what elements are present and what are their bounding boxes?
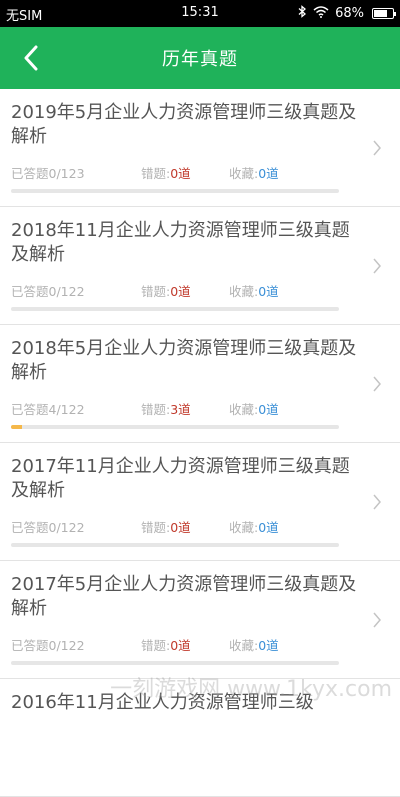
progress-bar <box>11 425 339 429</box>
list-item[interactable]: 2017年5月企业人力资源管理师三级真题及解析 已答题0/122 错题:0道 收… <box>0 561 400 679</box>
chevron-right-icon <box>372 257 382 275</box>
wrong-count: 错题:0道 <box>141 163 191 182</box>
battery-icon <box>372 8 394 19</box>
item-title: 2018年5月企业人力资源管理师三级真题及解析 <box>11 337 361 385</box>
progress-bar <box>11 189 339 193</box>
wrong-count: 错题:0道 <box>141 635 191 654</box>
bluetooth-icon <box>298 5 307 22</box>
status-bar: 无SIM 15:31 68% <box>0 0 400 27</box>
chevron-right-icon <box>372 611 382 629</box>
favorite-count: 收藏:0道 <box>229 281 279 300</box>
item-title: 2017年5月企业人力资源管理师三级真题及解析 <box>11 573 361 621</box>
favorite-count: 收藏:0道 <box>229 635 279 654</box>
answered-count: 已答题0/123 <box>11 163 85 182</box>
progress-bar <box>11 307 339 311</box>
progress-bar <box>11 543 339 547</box>
favorite-count: 收藏:0道 <box>229 399 279 418</box>
chevron-right-icon <box>372 139 382 157</box>
wrong-count: 错题:0道 <box>141 281 191 300</box>
answered-count: 已答题0/122 <box>11 517 85 536</box>
item-title: 2018年11月企业人力资源管理师三级真题及解析 <box>11 219 361 267</box>
list-item[interactable]: 2017年11月企业人力资源管理师三级真题及解析 已答题0/122 错题:0道 … <box>0 443 400 561</box>
list-item[interactable]: 2019年5月企业人力资源管理师三级真题及解析 已答题0/123 错题:0道 收… <box>0 89 400 207</box>
battery-percent: 68% <box>335 6 364 21</box>
wrong-count: 错题:3道 <box>141 399 191 418</box>
back-button[interactable] <box>14 41 48 75</box>
wrong-count: 错题:0道 <box>141 517 191 536</box>
chevron-right-icon <box>372 375 382 393</box>
page-title: 历年真题 <box>162 45 238 71</box>
app-header: 历年真题 <box>0 27 400 89</box>
chevron-right-icon <box>372 493 382 511</box>
list-item[interactable]: 2018年5月企业人力资源管理师三级真题及解析 已答题4/122 错题:3道 收… <box>0 325 400 443</box>
status-icons: 68% <box>298 5 394 22</box>
favorite-count: 收藏:0道 <box>229 163 279 182</box>
answered-count: 已答题0/122 <box>11 281 85 300</box>
answered-count: 已答题4/122 <box>11 399 85 418</box>
item-title: 2017年11月企业人力资源管理师三级真题及解析 <box>11 455 361 503</box>
chevron-left-icon <box>23 45 39 71</box>
watermark: 一刻游戏网 www.1kyx.com <box>110 671 392 703</box>
progress-fill <box>11 425 22 429</box>
list-item[interactable]: 2018年11月企业人力资源管理师三级真题及解析 已答题0/122 错题:0道 … <box>0 207 400 325</box>
wifi-icon <box>313 6 329 22</box>
answered-count: 已答题0/122 <box>11 635 85 654</box>
progress-bar <box>11 661 339 665</box>
item-title: 2019年5月企业人力资源管理师三级真题及解析 <box>11 101 361 149</box>
favorite-count: 收藏:0道 <box>229 517 279 536</box>
